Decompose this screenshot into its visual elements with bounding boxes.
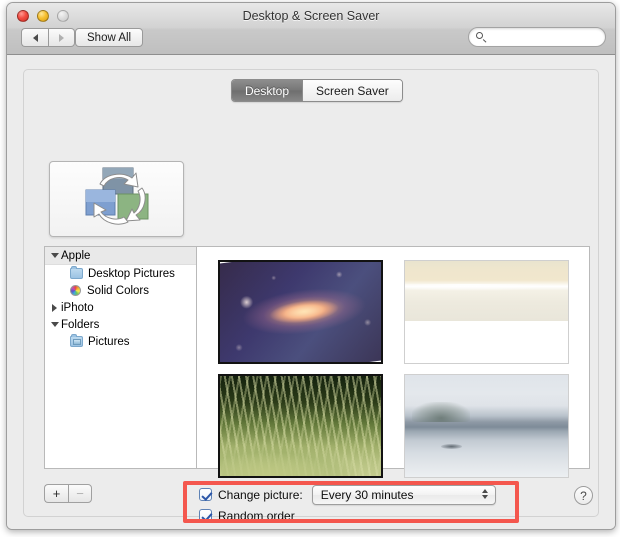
sidebar-item-solid-colors[interactable]: Solid Colors <box>45 282 196 299</box>
wallpaper-grid[interactable] <box>196 246 590 478</box>
translucent-menu-bar-label: Translucent menu bar <box>218 530 334 531</box>
wallpaper-image <box>405 375 568 477</box>
sidebar-item-label: Pictures <box>88 335 130 348</box>
change-picture-row: Change picture: Every 30 minutes <box>199 484 496 505</box>
show-all-button[interactable]: Show All <box>75 28 144 47</box>
source-list[interactable]: Apple Desktop Pictures Solid Colors iPho… <box>44 246 196 469</box>
sidebar-item-label: iPhoto <box>61 301 94 314</box>
sidebar-item-folders[interactable]: Folders <box>45 316 196 333</box>
search-field[interactable] <box>468 27 615 47</box>
window-title: Desktop & Screen Saver <box>242 9 380 23</box>
chevron-down-icon[interactable] <box>50 322 59 327</box>
rotating-desktop-pictures-icon <box>50 162 183 236</box>
wallpaper-image <box>220 262 381 362</box>
wallpaper-thumbnail-misty-lake[interactable] <box>404 374 569 478</box>
change-picture-interval-value: Every 30 minutes <box>320 487 414 502</box>
color-wheel-icon <box>70 285 81 296</box>
folder-icon <box>70 266 83 279</box>
sidebar-item-apple[interactable]: Apple <box>45 247 196 265</box>
remove-folder-button: − <box>68 484 92 503</box>
sidebar-item-label: Desktop Pictures <box>88 267 175 280</box>
change-picture-checkbox[interactable] <box>199 488 212 501</box>
chevron-left-icon <box>32 33 38 42</box>
tab-screen-saver[interactable]: Screen Saver <box>302 80 402 101</box>
sidebar-item-label: Apple <box>61 249 91 262</box>
desktop-preview-thumbnail[interactable] <box>49 161 184 237</box>
wallpaper-thumbnail-grass-blades[interactable] <box>218 374 383 478</box>
translucent-menu-bar-row: Translucent menu bar <box>199 527 496 531</box>
sidebar-item-desktop-pictures[interactable]: Desktop Pictures <box>45 265 196 282</box>
random-order-row: Random order <box>199 506 496 525</box>
pictures-folder-icon <box>70 334 83 347</box>
chevron-right-icon <box>59 33 64 42</box>
window-titlebar: Desktop & Screen Saver Show All <box>7 3 615 55</box>
forward-button <box>48 28 75 47</box>
tab-desktop[interactable]: Desktop <box>232 80 303 101</box>
window-content: Desktop Screen Saver Apple Desktop Pictu… <box>7 55 615 529</box>
chevron-down-icon[interactable] <box>50 253 59 258</box>
sidebar-item-pictures[interactable]: Pictures <box>45 333 196 350</box>
desktop-options: Change picture: Every 30 minutes Random … <box>199 484 496 531</box>
navigation-buttons <box>21 28 75 47</box>
help-button[interactable]: ? <box>574 486 593 505</box>
system-preferences-window: Desktop & Screen Saver Show All Desktop … <box>6 2 616 530</box>
random-order-label: Random order <box>218 508 295 523</box>
sidebar-item-label: Solid Colors <box>87 284 149 297</box>
tab-bar: Desktop Screen Saver <box>231 79 403 102</box>
back-button[interactable] <box>21 28 48 47</box>
search-input[interactable] <box>480 31 615 43</box>
wallpaper-thumbnail-beach-shore[interactable] <box>404 260 569 364</box>
folder-add-remove-buttons: + − <box>44 484 92 503</box>
wallpaper-thumbnail-andromeda-galaxy[interactable] <box>218 260 383 364</box>
wallpaper-image <box>220 376 381 476</box>
sidebar-item-iphoto[interactable]: iPhoto <box>45 299 196 316</box>
add-folder-button[interactable]: + <box>44 484 68 503</box>
change-picture-label: Change picture: <box>218 487 303 502</box>
chevron-right-icon[interactable] <box>50 303 59 312</box>
wallpaper-image <box>405 261 568 321</box>
chevron-updown-icon <box>481 488 488 499</box>
change-picture-interval-popup[interactable]: Every 30 minutes <box>311 484 496 505</box>
random-order-checkbox[interactable] <box>199 509 212 522</box>
sidebar-item-label: Folders <box>61 318 100 331</box>
